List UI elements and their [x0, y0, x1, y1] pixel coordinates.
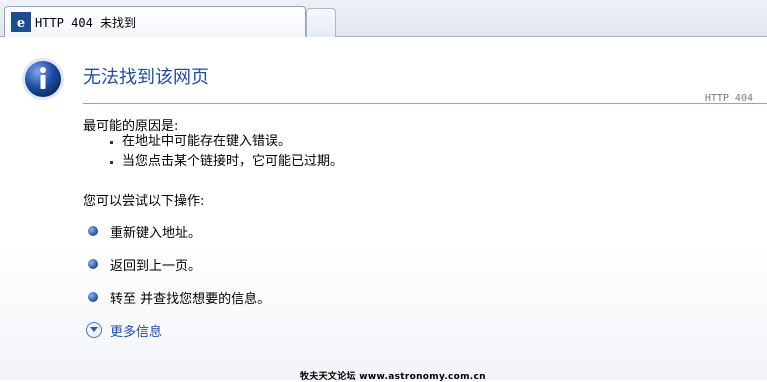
- bullet-icon: [88, 259, 98, 269]
- cause-list: 在地址中可能存在键入错误。 当您点击某个链接时，它可能已过期。: [110, 132, 343, 172]
- bullet-icon: [88, 292, 98, 302]
- title-divider: [83, 103, 767, 104]
- page-title: 无法找到该网页: [83, 67, 209, 88]
- cause-item: 当您点击某个链接时，它可能已过期。: [110, 152, 343, 172]
- tab-active[interactable]: e HTTP 404 未找到: [4, 6, 306, 37]
- svg-text:e: e: [17, 16, 25, 31]
- watermark: 牧夫天文论坛 www.astronomy.com.cn: [300, 372, 486, 382]
- info-icon: [22, 58, 64, 100]
- tab-strip: e HTTP 404 未找到: [0, 0, 767, 37]
- page-icon: e: [11, 12, 31, 32]
- page-content: 无法找到该网页 HTTP 404 最可能的原因是: 在地址中可能存在键入错误。 …: [0, 37, 767, 382]
- cause-item: 在地址中可能存在键入错误。: [110, 132, 343, 152]
- bullet-icon: [88, 226, 98, 236]
- tab-title: HTTP 404 未找到: [35, 16, 137, 30]
- expand-chevron-icon: [86, 322, 102, 338]
- try-heading: 您可以尝试以下操作:: [83, 194, 205, 209]
- new-tab-button[interactable]: [306, 8, 336, 37]
